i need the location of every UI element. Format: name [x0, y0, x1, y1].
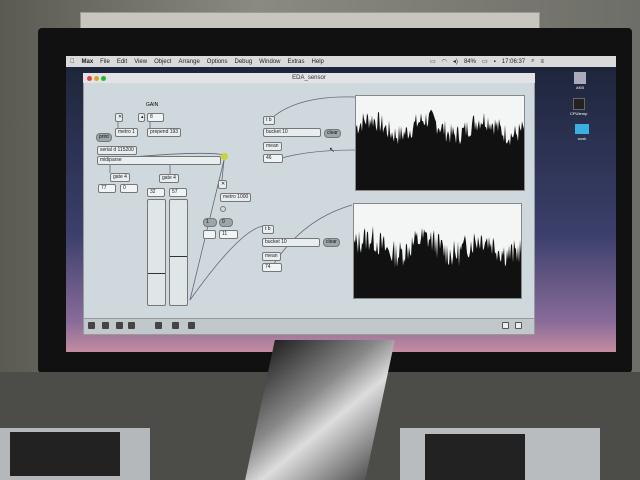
metro-1000[interactable]: metro 1000 [220, 193, 252, 202]
prepend[interactable]: prepend 193 [147, 128, 182, 137]
metro-1[interactable]: metro 1 [115, 128, 138, 137]
mean-bottom[interactable]: mean [262, 252, 281, 261]
trigger-top[interactable]: t b [263, 116, 275, 125]
bucket-bottom[interactable]: bucket 10 [262, 238, 320, 247]
clear-bottom[interactable]: clear [323, 238, 340, 247]
slider-a-level [148, 272, 165, 274]
bucket-top[interactable]: bucket 10 [263, 128, 321, 137]
keyboard-right [425, 434, 525, 480]
message-1[interactable]: 1 [203, 218, 217, 227]
toggle-metro-1000[interactable]: ✕ [218, 180, 227, 189]
resize-icon[interactable] [502, 322, 509, 329]
slider-b-level [170, 255, 187, 257]
gate-b[interactable]: gate 4 [159, 174, 179, 183]
number-c1[interactable] [203, 230, 216, 239]
mean-value-top: 46 [263, 154, 283, 163]
clue-icon[interactable] [188, 322, 195, 329]
mean-top[interactable]: mean [263, 142, 282, 151]
gain-stepper[interactable]: ▴ [138, 113, 145, 122]
number-a2[interactable]: 0 [120, 184, 138, 193]
clear-top[interactable]: clear [324, 129, 341, 138]
message-0[interactable]: 0 [219, 218, 233, 227]
number-b2[interactable]: 57 [169, 188, 187, 197]
gain-label: GAIN [146, 102, 159, 108]
slider-a[interactable] [147, 199, 166, 306]
mean-value-bottom: 74 [262, 263, 282, 272]
slider-b[interactable] [169, 199, 188, 306]
number-c2[interactable]: 11 [219, 230, 238, 239]
mouse-cursor: ↖ [329, 147, 335, 154]
grid-icon[interactable] [116, 322, 123, 329]
zoom-icon[interactable] [515, 322, 522, 329]
keyboard-left [10, 432, 120, 476]
trigger-bottom[interactable]: t b [262, 225, 274, 234]
inspector-icon[interactable] [155, 322, 162, 329]
bang-indicator[interactable] [221, 153, 228, 160]
patcher-toolbar [84, 318, 534, 334]
toggle-metro[interactable]: ✕ [115, 113, 123, 122]
multislider-top[interactable] [355, 95, 525, 191]
bang-button[interactable] [220, 206, 226, 212]
multislider-bottom[interactable] [353, 203, 522, 299]
gate-a[interactable]: gate 4 [110, 173, 130, 182]
midiparse-object[interactable]: midiparse [97, 156, 221, 165]
print-message[interactable]: print [96, 133, 112, 142]
presentation-icon[interactable] [102, 322, 109, 329]
serial-object[interactable]: serial d 115200 [97, 146, 137, 155]
new-object-icon[interactable] [128, 322, 135, 329]
number-b1[interactable]: 32 [147, 188, 165, 197]
histogram-fill [356, 109, 524, 190]
debug-icon[interactable] [172, 322, 179, 329]
lock-icon[interactable] [88, 322, 95, 329]
gain-number[interactable]: 8 [147, 113, 164, 122]
number-a1[interactable]: 77 [98, 184, 116, 193]
histogram-fill [354, 225, 521, 298]
